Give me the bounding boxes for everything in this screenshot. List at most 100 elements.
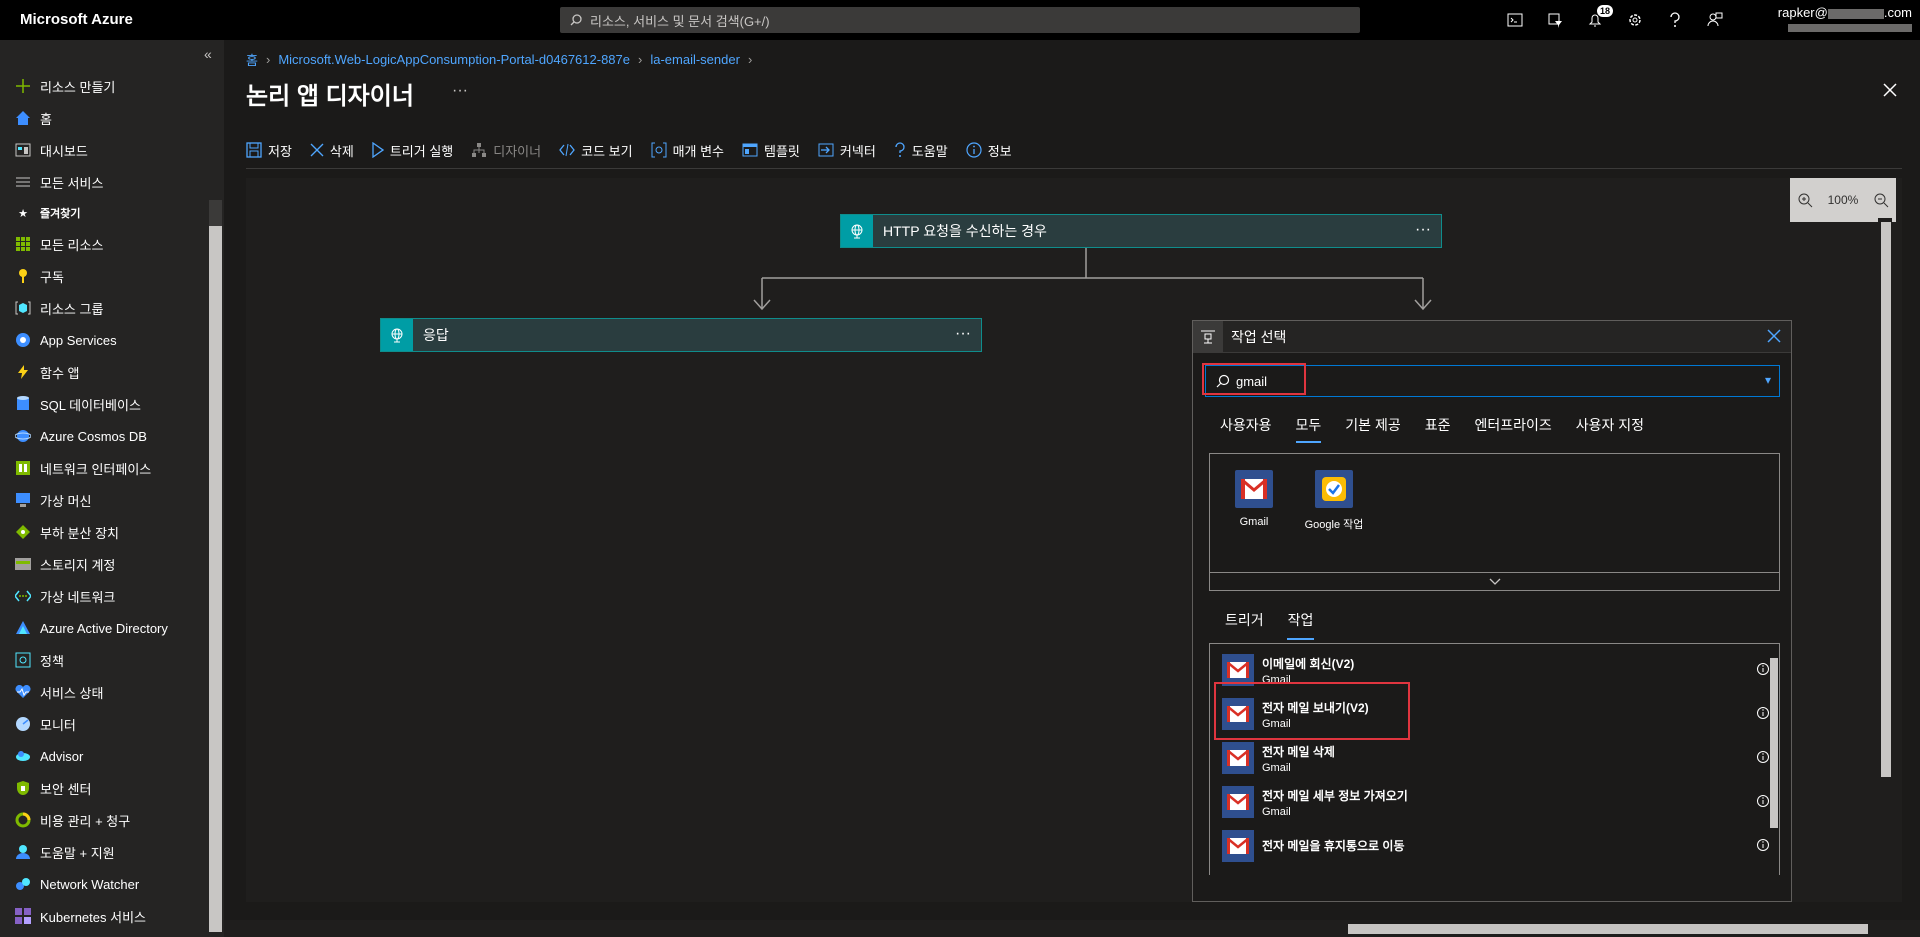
sidebar-item-subscriptions[interactable]: 구독 (0, 260, 208, 292)
canvas-horizontal-scrollbar[interactable] (224, 920, 1920, 937)
global-search[interactable]: 리소스, 서비스 및 문서 검색(G+/) (560, 7, 1360, 33)
aad-icon (14, 619, 32, 637)
sidebar-item-sql-databases[interactable]: SQL 데이터베이스 (0, 388, 208, 420)
policy-icon (14, 651, 32, 669)
designer-canvas[interactable]: 100% HTTP 요청을 수신하는 경우 ··· 응답 ··· 작업 선택 g… (246, 178, 1902, 902)
close-blade-icon[interactable] (1878, 78, 1902, 102)
sidebar-item-resource-groups[interactable]: 리소스 그룹 (0, 292, 208, 324)
sidebar-item-security-center[interactable]: 보안 센터 (0, 772, 208, 804)
connectors-button[interactable]: 커넥터 (818, 141, 876, 160)
sidebar-item-home[interactable]: 홈 (0, 102, 208, 134)
sidebar-section-favorites: ★ 즐겨찾기 (0, 198, 208, 228)
tab-standard[interactable]: 표준 (1425, 415, 1451, 443)
help-question-icon[interactable] (1655, 0, 1695, 40)
gmail-icon (1222, 698, 1254, 730)
tab-actions[interactable]: 작업 (1286, 610, 1315, 640)
toolbar-divider (246, 168, 1902, 169)
notifications-icon[interactable]: 18 (1575, 0, 1615, 40)
trigger-more-button[interactable]: ··· (1415, 221, 1431, 239)
action-delete-email[interactable]: 전자 메일 삭제 Gmail (1222, 738, 1769, 778)
dashboard-icon (14, 141, 32, 159)
operation-icon (1193, 320, 1223, 353)
sidebar-item-cost-management[interactable]: 비용 관리 + 청구 (0, 804, 208, 836)
sidebar-item-network-watcher[interactable]: Network Watcher (0, 868, 208, 900)
cosmos-icon (14, 427, 32, 445)
action-send-email[interactable]: 전자 메일 보내기(V2) Gmail (1222, 694, 1769, 734)
sidebar-item-service-health[interactable]: 서비스 상태 (0, 676, 208, 708)
code-icon (559, 143, 575, 157)
action-list-scrollbar[interactable] (1768, 644, 1779, 875)
sidebar-item-network-interfaces[interactable]: 네트워크 인터페이스 (0, 452, 208, 484)
breadcrumb-logic-app[interactable]: la-email-sender (650, 52, 740, 67)
sidebar-item-dashboard[interactable]: 대시보드 (0, 134, 208, 166)
google-tasks-icon (1315, 470, 1353, 508)
designer-button[interactable]: 디자이너 (471, 141, 541, 160)
tab-custom[interactable]: 사용자 지정 (1576, 415, 1644, 443)
action-move-to-trash[interactable]: 전자 메일을 휴지통으로 이동 (1222, 826, 1769, 866)
connector-gmail[interactable]: Gmail (1224, 470, 1284, 528)
info-button[interactable]: 정보 (966, 141, 1012, 160)
expand-connectors-button[interactable] (1209, 573, 1780, 591)
delete-button[interactable]: 삭제 (310, 141, 354, 160)
canvas-horizontal-scrollbar-thumb[interactable] (1348, 924, 1868, 934)
save-button[interactable]: 저장 (246, 141, 292, 160)
sidebar-item-load-balancers[interactable]: 부하 분산 장치 (0, 516, 208, 548)
tab-all[interactable]: 모두 (1295, 415, 1321, 443)
sidebar-item-create[interactable]: 리소스 만들기 (0, 70, 208, 102)
parameters-button[interactable]: 매개 변수 (651, 141, 724, 160)
tab-for-you[interactable]: 사용자용 (1220, 415, 1272, 443)
help-button[interactable]: 도움말 (894, 141, 948, 160)
sidebar-item-advisor[interactable]: Advisor (0, 740, 208, 772)
collapse-chevron-icon[interactable]: « (204, 46, 212, 62)
title-more-button[interactable]: ··· (452, 82, 468, 100)
sidebar-item-storage-accounts[interactable]: 스토리지 계정 (0, 548, 208, 580)
connector-search-input[interactable]: gmail ▾ (1202, 363, 1780, 397)
response-card[interactable]: 응답 ··· (380, 318, 982, 352)
chevron-down-icon[interactable]: ▾ (1765, 373, 1771, 387)
brand-logo[interactable]: Microsoft Azure (20, 11, 133, 28)
home-icon (14, 109, 32, 127)
sidebar-item-policy[interactable]: 정책 (0, 644, 208, 676)
plus-icon (14, 77, 32, 95)
sidebar-item-cosmos-db[interactable]: Azure Cosmos DB (0, 420, 208, 452)
sidebar-item-monitor[interactable]: 모니터 (0, 708, 208, 740)
cloud-shell-icon[interactable] (1495, 0, 1535, 40)
sidebar-item-virtual-networks[interactable]: 가상 네트워크 (0, 580, 208, 612)
sidebar-scrollbar-track[interactable] (209, 200, 222, 226)
resource-group-icon (14, 299, 32, 317)
response-card-title: 응답 (423, 327, 449, 343)
account-menu[interactable]: rapker@ .com (1752, 5, 1912, 32)
directory-filter-icon[interactable] (1535, 0, 1575, 40)
settings-gear-icon[interactable] (1615, 0, 1655, 40)
trigger-card[interactable]: HTTP 요청을 수신하는 경우 ··· (840, 214, 1442, 248)
breadcrumb-resource-group[interactable]: Microsoft.Web-LogicAppConsumption-Portal… (278, 52, 630, 67)
sidebar-item-all-services[interactable]: 모든 서비스 (0, 166, 208, 198)
sidebar-item-virtual-machines[interactable]: 가상 머신 (0, 484, 208, 516)
gmail-icon (1235, 470, 1273, 508)
run-trigger-button[interactable]: 트리거 실행 (372, 141, 453, 160)
response-more-button[interactable]: ··· (955, 325, 971, 343)
account-prefix: rapker@ (1777, 5, 1828, 20)
tab-enterprise[interactable]: 엔터프라이즈 (1474, 415, 1551, 443)
feedback-icon[interactable] (1695, 0, 1735, 40)
code-view-button[interactable]: 코드 보기 (559, 141, 633, 160)
action-list-scrollbar-thumb[interactable] (1770, 658, 1778, 828)
sidebar-item-help-support[interactable]: 도움말 + 지원 (0, 836, 208, 868)
sidebar-item-all-resources[interactable]: 모든 리소스 (0, 228, 208, 260)
action-get-email-details[interactable]: 전자 메일 세부 정보 가져오기 Gmail (1222, 782, 1769, 822)
sidebar-item-kubernetes[interactable]: Kubernetes 서비스 (0, 900, 208, 932)
sidebar-scrollbar-thumb[interactable] (209, 226, 222, 932)
canvas-vertical-scrollbar-thumb[interactable] (1881, 222, 1891, 777)
storage-icon (14, 555, 32, 573)
sidebar-item-app-services[interactable]: App Services (0, 324, 208, 356)
canvas-vertical-scrollbar[interactable] (1878, 218, 1892, 882)
breadcrumb-home[interactable]: 홈 (246, 50, 258, 69)
close-icon[interactable] (1765, 327, 1783, 345)
tab-built-in[interactable]: 기본 제공 (1345, 415, 1400, 443)
tab-triggers[interactable]: 트리거 (1225, 610, 1264, 640)
sidebar-item-active-directory[interactable]: Azure Active Directory (0, 612, 208, 644)
security-icon (14, 779, 32, 797)
sidebar-item-function-apps[interactable]: 함수 앱 (0, 356, 208, 388)
connector-google-tasks[interactable]: Google 작업 (1296, 470, 1372, 532)
templates-button[interactable]: 템플릿 (742, 141, 800, 160)
